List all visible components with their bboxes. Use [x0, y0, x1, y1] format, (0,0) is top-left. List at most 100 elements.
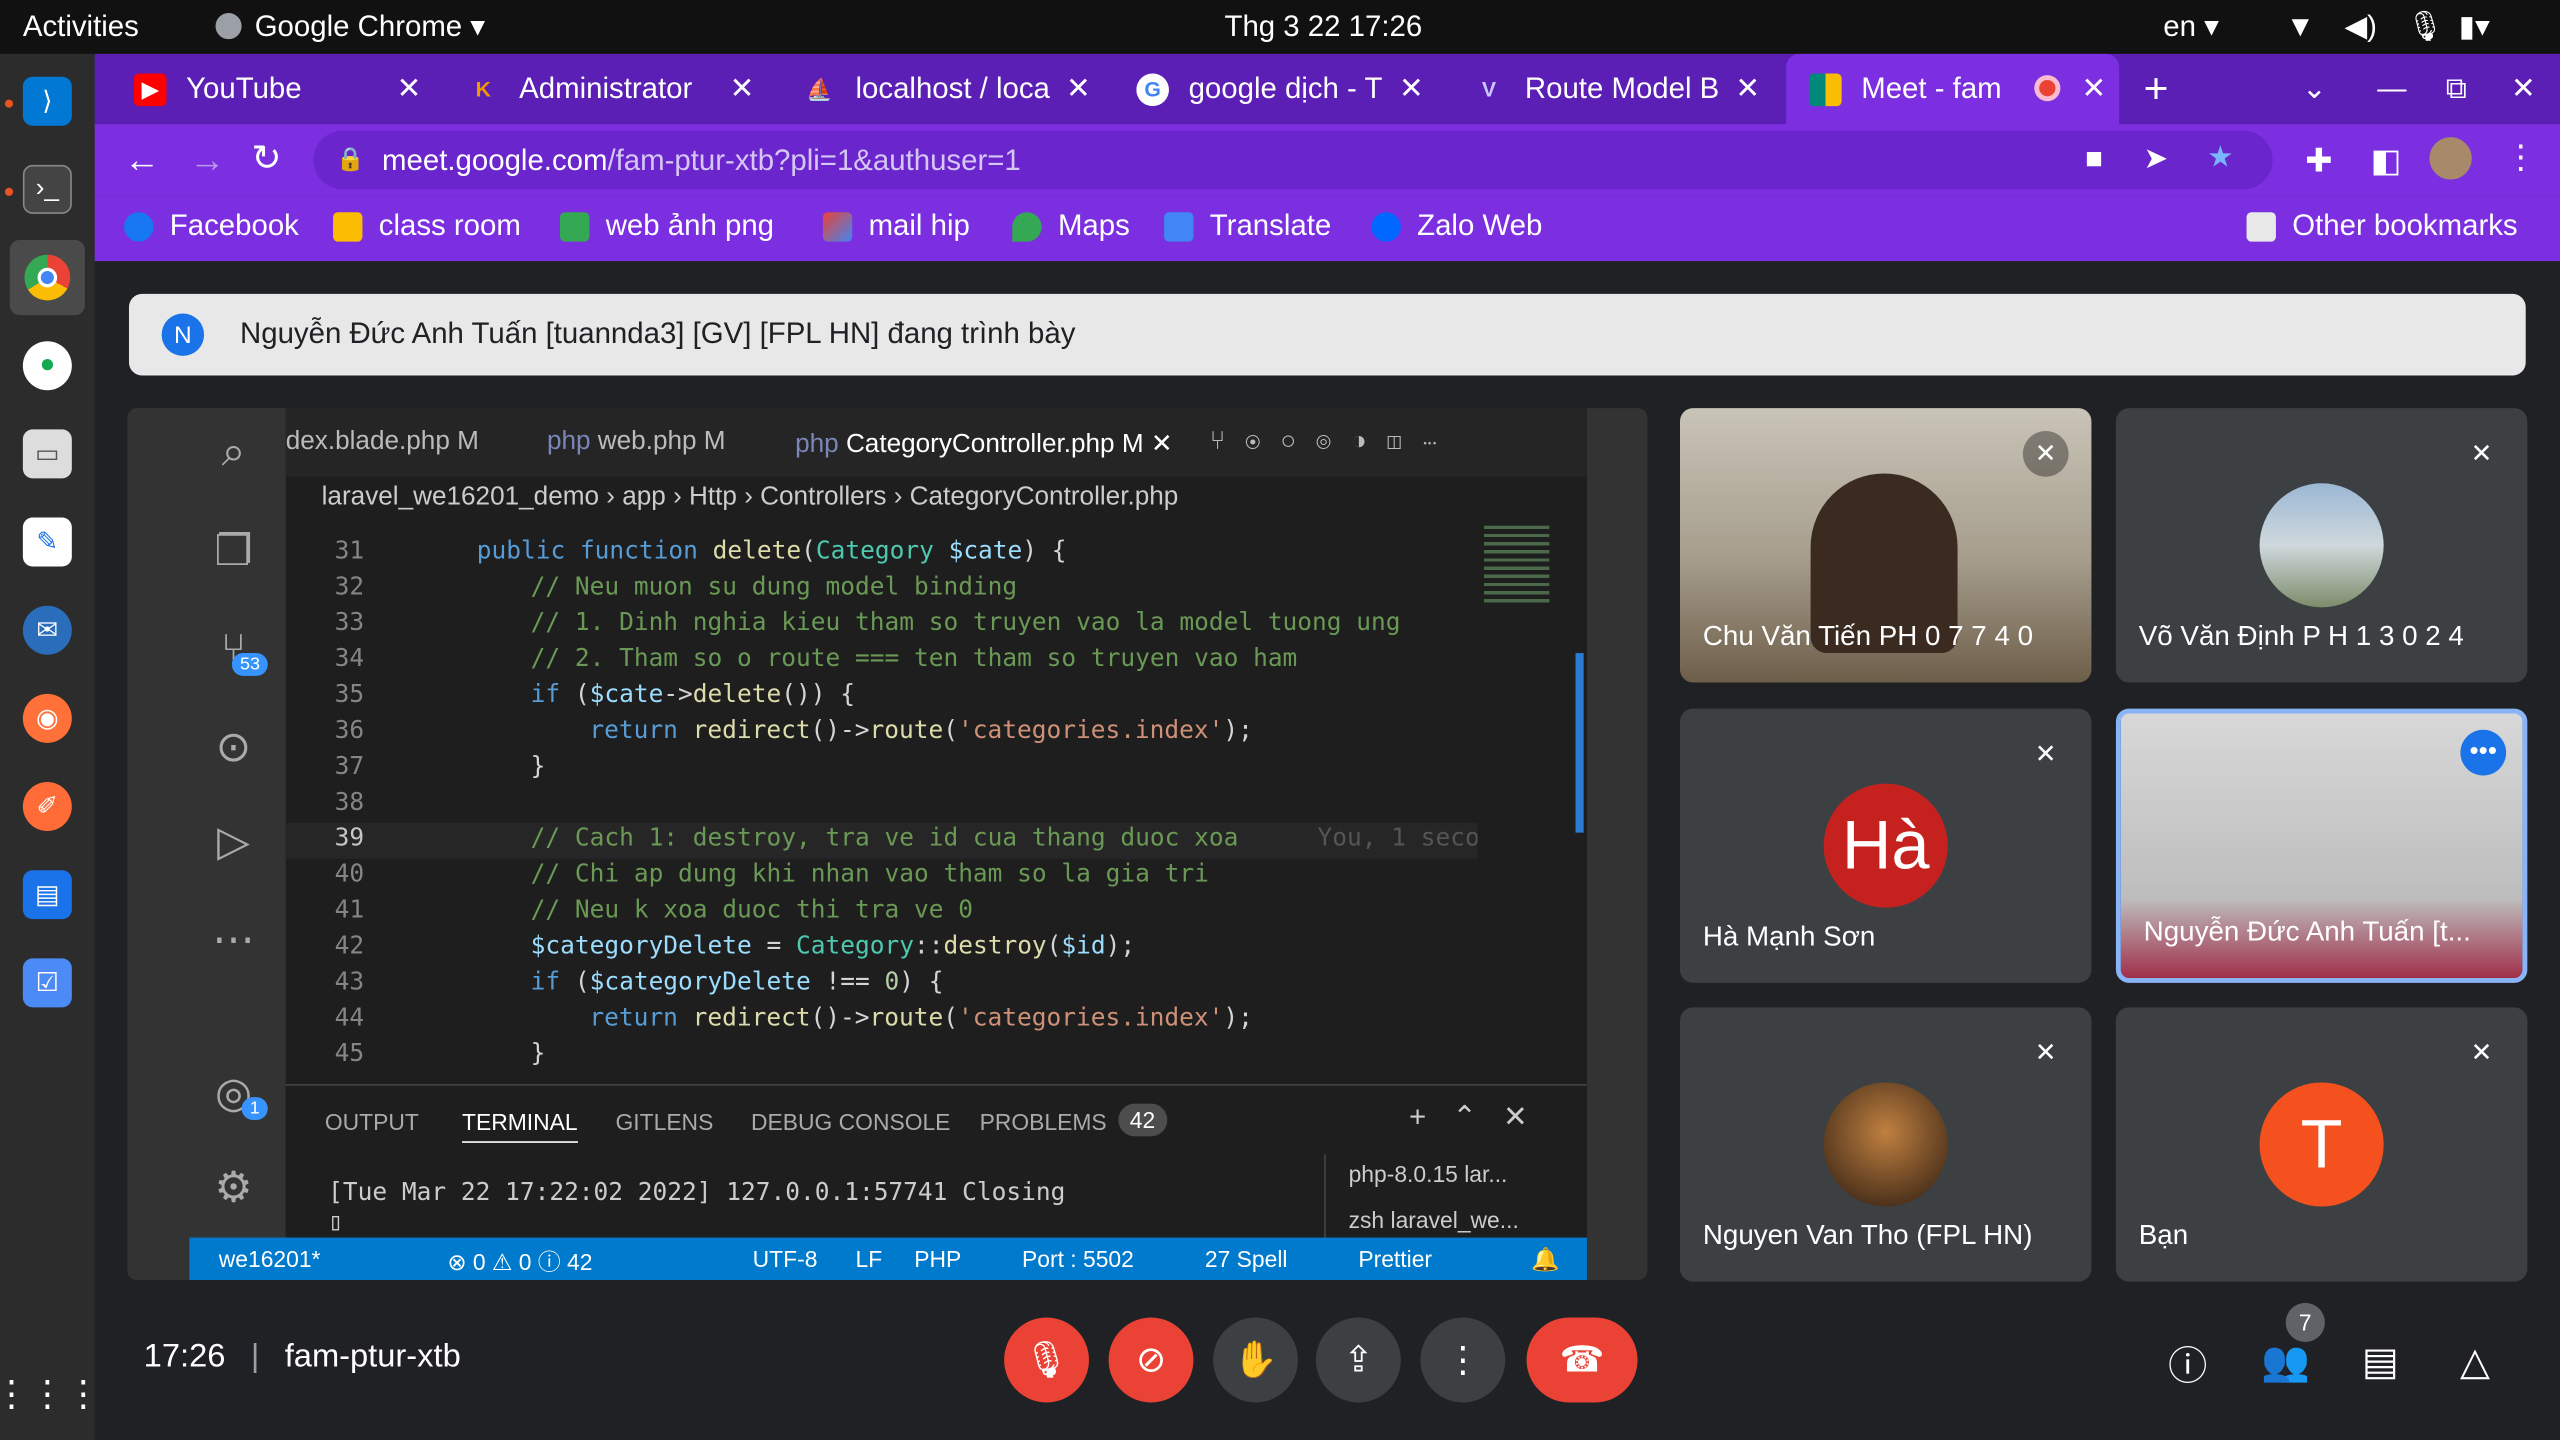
side-panel-icon[interactable]: ◧	[2371, 140, 2402, 181]
participant-tile[interactable]: ✕ Chu Văn Tiến PH 0 7 7 4 0	[1679, 408, 2092, 683]
shared-screen[interactable]: ⌕ ❐ ⑂ 53 ⊙ ▷ ⋯ ◎ 1 ⚙ dex.blade.php M php…	[127, 408, 1648, 1280]
thunderbird-icon[interactable]: ✉	[22, 605, 72, 655]
extensions-icon[interactable]: ✚	[2305, 140, 2332, 181]
bookmark-mail-hip[interactable]: mail hip	[822, 209, 970, 243]
raise-hand-button[interactable]: ✋	[1213, 1317, 1298, 1403]
encoding-status[interactable]: UTF-8	[753, 1246, 818, 1272]
volume-icon[interactable]: ◀)	[2344, 10, 2376, 44]
terminal-output[interactable]: [Tue Mar 22 17:22:02 2022] 127.0.0.1:577…	[328, 1177, 1065, 1236]
tab-administrator[interactable]: K Administrator ✕	[467, 54, 767, 124]
chat-icon[interactable]: ▤	[2354, 1336, 2406, 1388]
present-button[interactable]: ⇪	[1315, 1317, 1401, 1403]
language-indicator[interactable]: en ▾	[2163, 10, 2219, 44]
minimize-icon[interactable]: —	[2377, 54, 2406, 124]
bookmark-translate[interactable]: Translate	[1164, 209, 1331, 243]
editor-actions[interactable]: ⑂◉○◎◑◫⋯	[1210, 428, 1457, 457]
microphone-icon[interactable]: 🎙	[2407, 10, 2444, 44]
panel-tab-output[interactable]: OUTPUT	[325, 1109, 419, 1135]
tab-route-model[interactable]: V Route Model B ✕	[1473, 54, 1773, 124]
files-icon[interactable]: ▭	[22, 429, 72, 479]
camera-icon[interactable]: ■	[2085, 142, 2103, 176]
participant-tile-speaking[interactable]: ••• Nguyễn Đức Anh Tuấn [t...	[2115, 708, 2528, 983]
breadcrumb[interactable]: laravel_we16201_demo › app › Http › Cont…	[286, 477, 1587, 523]
wifi-icon[interactable]: ▼	[2286, 10, 2315, 44]
back-icon[interactable]: ←	[124, 139, 160, 181]
close-tab-icon[interactable]: ✕	[1735, 72, 1760, 106]
tab-search-icon[interactable]: ⌄	[2302, 54, 2327, 124]
git-branch[interactable]: we16201*	[219, 1246, 321, 1272]
terminal-icon[interactable]: ›_	[22, 164, 72, 214]
panel-tab-debug-console[interactable]: DEBUG CONSOLE	[751, 1109, 950, 1135]
close-tab-icon[interactable]: ✕	[2081, 72, 2106, 106]
minimap[interactable]	[1477, 522, 1587, 1081]
search-icon[interactable]: ⌕	[209, 426, 258, 477]
more-icon[interactable]: ⋯	[209, 913, 258, 963]
more-options-button[interactable]: ⋮	[1420, 1317, 1506, 1403]
leave-call-button[interactable]: ☎	[1526, 1317, 1638, 1403]
panel-actions[interactable]: +⌃✕	[1409, 1100, 1554, 1134]
spell-status[interactable]: 27 Spell	[1205, 1246, 1288, 1272]
new-tab-button[interactable]: +	[2144, 54, 2169, 124]
participant-tile[interactable]: ✕ Nguyen Van Tho (FPL HN)	[1679, 1007, 2092, 1282]
meeting-details-icon[interactable]: ⓘ	[2162, 1336, 2214, 1388]
send-tab-icon[interactable]: ➤	[2144, 142, 2169, 176]
bookmark-classroom[interactable]: class room	[333, 209, 521, 243]
chrome-menu-icon[interactable]: ⋮	[2504, 137, 2537, 178]
text-editor-icon[interactable]: ✎	[22, 517, 72, 567]
reload-icon[interactable]: ↻	[251, 137, 281, 179]
tab-google-translate[interactable]: G google dịch - T ✕	[1136, 54, 1436, 124]
bookmark-zalo[interactable]: Zalo Web	[1371, 209, 1542, 243]
mongodb-compass-icon[interactable]: ●	[22, 341, 72, 391]
code-area[interactable]: 31 public function delete(Category $cate)…	[285, 536, 1478, 1081]
language-status[interactable]: PHP	[914, 1246, 961, 1272]
mic-toggle-button[interactable]: 🎙	[1004, 1317, 1089, 1403]
panel-tab-gitlens[interactable]: GITLENS	[616, 1109, 714, 1135]
other-bookmarks[interactable]: Other bookmarks	[2246, 209, 2518, 243]
close-tab-icon[interactable]: ✕	[1066, 72, 1091, 106]
settings-gear-icon[interactable]: ⚙	[209, 1162, 258, 1211]
profile-avatar[interactable]	[2429, 137, 2472, 180]
clock[interactable]: Thg 3 22 17:26	[1224, 10, 1422, 44]
firefox-icon[interactable]: ◉	[22, 693, 72, 743]
gitlens-icon[interactable]: ⊙	[209, 721, 258, 771]
notifications-icon[interactable]: 🔔	[1531, 1246, 1559, 1274]
app-menu[interactable]: Google Chrome ▾	[215, 10, 485, 44]
participant-tile[interactable]: Hà ✕ Hà Mạnh Sơn	[1679, 708, 2092, 983]
tab-localhost[interactable]: ⛵ localhost / loca ✕	[803, 54, 1103, 124]
activities-button[interactable]: Activities	[23, 10, 139, 44]
close-tab-icon[interactable]: ✕	[730, 72, 755, 106]
bookmark-star-icon[interactable]: ★	[2207, 140, 2233, 174]
forward-icon[interactable]: →	[189, 139, 225, 181]
editor-tab-index-blade[interactable]: dex.blade.php M	[286, 428, 479, 457]
editor-tab-web-php[interactable]: php web.php M	[547, 428, 726, 457]
postman-icon[interactable]: ✐	[22, 782, 72, 832]
close-tab-icon[interactable]: ✕	[397, 72, 422, 106]
editor-tab-category-controller[interactable]: php CategoryController.php M ✕	[795, 428, 1173, 461]
panel-tab-terminal[interactable]: TERMINAL	[462, 1109, 578, 1143]
vscode-icon[interactable]: ⟩	[22, 76, 72, 126]
activities-icon[interactable]: △	[2449, 1336, 2501, 1388]
people-icon[interactable]: 👥	[2260, 1336, 2312, 1388]
camera-toggle-button[interactable]: ⊘	[1108, 1317, 1194, 1403]
prettier-status[interactable]: Prettier	[1358, 1246, 1432, 1272]
close-tab-icon[interactable]: ✕	[1399, 72, 1424, 106]
battery-icon[interactable]: ▮▾	[2459, 10, 2490, 44]
run-debug-icon[interactable]: ▷	[209, 816, 258, 865]
participant-tile[interactable]: ✕ Võ Văn Định P H 1 3 0 2 4	[2115, 408, 2528, 683]
chrome-dock-item[interactable]	[9, 239, 85, 316]
url-bar[interactable]: 🔒 meet.google.com/fam-ptur-xtb?pli=1&aut…	[313, 130, 2273, 190]
eol-status[interactable]: LF	[856, 1246, 883, 1272]
panel-tab-problems[interactable]: PROBLEMS	[980, 1109, 1107, 1135]
terminal-php[interactable]: php-8.0.15 lar...	[1349, 1161, 1508, 1187]
port-status[interactable]: Port : 5502	[1022, 1246, 1134, 1272]
document-icon[interactable]: ▤	[22, 870, 72, 920]
tab-youtube[interactable]: ▶ YouTube ✕	[133, 54, 434, 124]
close-window-icon[interactable]: ✕	[2511, 54, 2536, 124]
bookmark-facebook[interactable]: Facebook	[124, 209, 299, 243]
problems-status[interactable]: ⊗ 0 ⚠ 0 ⓘ 42	[447, 1246, 592, 1279]
bookmark-maps[interactable]: Maps	[1012, 209, 1130, 243]
show-apps-icon[interactable]: ⋮⋮⋮	[0, 1370, 101, 1419]
tasks-icon[interactable]: ☑	[22, 958, 72, 1008]
explorer-icon[interactable]: ❐	[209, 525, 258, 575]
bookmark-web-anh-png[interactable]: web ảnh png	[559, 209, 774, 243]
